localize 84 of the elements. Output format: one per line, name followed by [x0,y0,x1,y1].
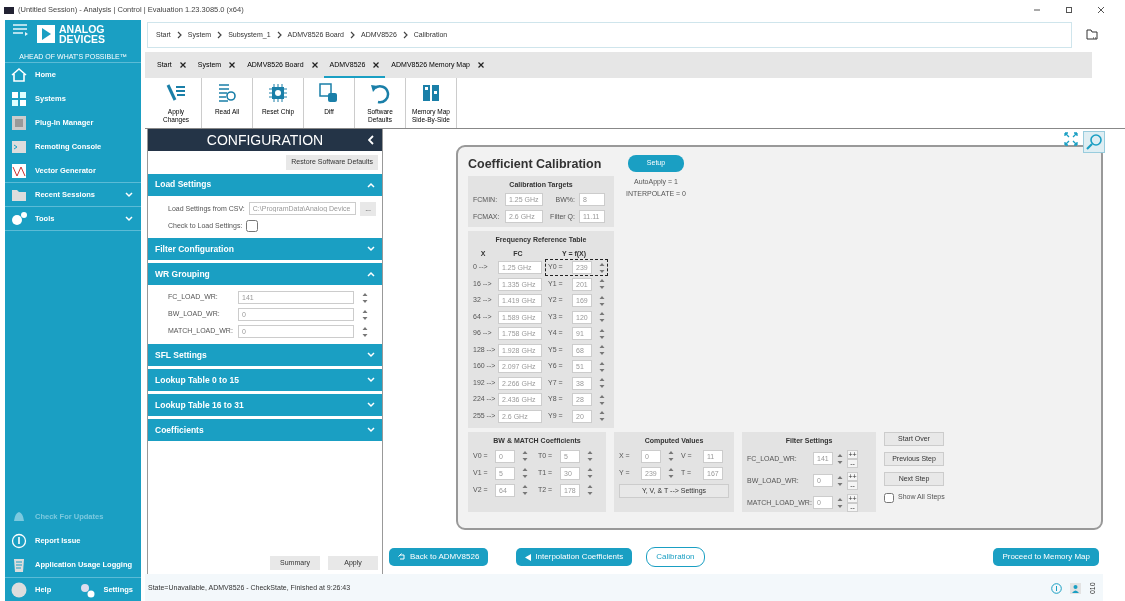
spinner-icon[interactable] [599,278,605,290]
triangle-left-icon [525,553,532,561]
spinner-icon[interactable] [522,484,528,497]
section-header[interactable]: Lookup Table 16 to 31 [148,394,382,416]
close-icon[interactable] [229,61,236,68]
spinner-icon[interactable] [837,496,843,509]
close-icon[interactable] [311,61,318,68]
spinner-icon[interactable] [668,467,674,480]
info-icon[interactable] [1051,583,1063,594]
spinner-icon[interactable] [599,311,605,323]
chevron-down-icon[interactable] [367,402,375,408]
memory-map-icon [420,82,442,104]
chevron-right-icon [402,31,408,39]
zoom-icon[interactable] [1083,131,1105,153]
menu-icon[interactable] [13,24,29,36]
nav-button[interactable]: Back to ADMV8526 [389,548,489,566]
logo-icon [37,25,55,43]
checkbox[interactable] [246,220,259,232]
chevron-right-icon [217,31,223,39]
section-header[interactable]: Lookup Table 0 to 15 [148,369,382,391]
app-icon [4,6,14,14]
close-icon[interactable] [179,61,186,68]
section-header[interactable]: Filter Configuration [148,238,382,260]
folder-icon[interactable] [1086,28,1098,40]
house-icon [11,67,27,83]
checkbox[interactable] [884,492,894,503]
chevron-down-icon[interactable] [367,352,375,358]
nav-button[interactable]: Interpolation Coefficients [516,548,633,566]
spinner-icon[interactable] [599,344,605,356]
logo-text: ANALOG DEVICES [59,24,107,44]
grid-icon [11,91,27,107]
chevron-down-icon[interactable] [367,427,375,433]
magnifier-list-icon [216,82,238,104]
expand-icon[interactable] [1063,131,1079,147]
close-icon[interactable] [373,61,380,68]
spinner-icon[interactable] [837,452,843,465]
card-title: Coefficient Calibration [468,156,603,173]
document-icon [318,82,340,104]
spinner-icon[interactable] [522,467,528,480]
spinner-icon[interactable] [599,360,605,373]
nav-button[interactable]: Calibration [646,547,705,567]
console-icon [11,139,27,155]
spinner-icon[interactable] [599,294,605,307]
section-header[interactable]: Load Settings [148,173,382,196]
person-icon[interactable] [1070,583,1082,594]
spinner-icon[interactable] [837,474,843,487]
spinner-icon[interactable] [587,467,593,480]
section-header[interactable]: SFL Settings [148,344,382,366]
spinner-icon[interactable] [587,450,593,463]
chevron-right-icon [276,31,282,39]
waveform-icon [11,162,27,179]
spinner-icon[interactable] [599,327,605,340]
collapse-icon[interactable] [368,135,374,145]
spinner-icon[interactable] [599,410,605,422]
spinner-icon[interactable] [587,484,593,497]
back-arrow-icon [398,553,406,561]
spinner-icon[interactable] [522,450,528,463]
chevron-right-icon [176,31,182,39]
gears-icon [11,210,27,227]
chevron-right-icon [350,31,355,39]
spinner-icon[interactable] [599,377,605,389]
chevron-down-icon[interactable] [367,246,375,252]
nav-button[interactable]: Proceed to Memory Map [993,548,1099,566]
chip-icon [267,82,289,104]
spinner-icon[interactable] [668,450,674,463]
section-header[interactable]: Coefficients [148,419,382,441]
info-icon [11,533,27,549]
chevron-down-icon[interactable] [367,377,375,383]
close-icon[interactable] [1097,6,1105,14]
undo-icon [369,82,391,104]
spinner-icon[interactable] [599,261,605,274]
spinner-icon[interactable] [362,291,368,304]
close-icon[interactable] [477,61,484,68]
chevron-up-icon[interactable] [367,181,375,188]
spinner-icon[interactable] [362,308,368,321]
minimize-icon[interactable] [1033,6,1041,14]
clipboard-icon [11,557,27,573]
gears-icon [79,581,96,598]
panel-header: CONFIGURATION [148,129,382,151]
maximize-icon[interactable] [1065,6,1073,14]
chevron-up-icon[interactable] [367,271,375,277]
section-header[interactable]: WR Grouping [148,263,382,285]
spinner-icon[interactable] [362,325,368,338]
spinner-icon[interactable] [599,393,605,406]
